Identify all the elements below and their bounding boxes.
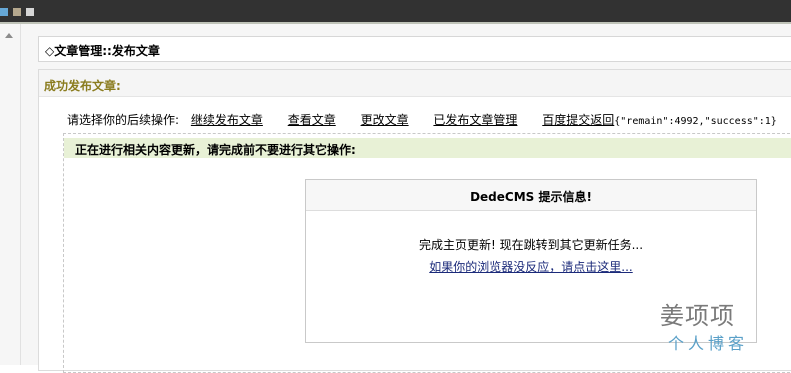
view-article-link[interactable]: 查看文章 <box>288 113 336 127</box>
window-square-icon-tan <box>13 8 21 16</box>
operations-prompt: 请选择你的后续操作: <box>67 113 180 127</box>
redirect-link[interactable]: 如果你的浏览器没反应，请点击这里... <box>306 258 756 275</box>
page-title: ◇文章管理::发布文章 <box>45 44 160 58</box>
edit-article-link[interactable]: 更改文章 <box>361 113 409 127</box>
watermark: 姜项项 个人博客 <box>660 296 760 356</box>
window-square-icon-gray <box>26 8 34 16</box>
message-text: 完成主页更新! 现在跳转到其它更新任务... <box>418 238 644 252</box>
published-articles-link[interactable]: 已发布文章管理 <box>433 113 517 127</box>
scroll-up-arrow-icon[interactable] <box>5 33 13 38</box>
message-box-header: DedeCMS 提示信息! <box>306 180 756 211</box>
baidu-submit-link[interactable]: 百度提交返回 <box>542 113 614 127</box>
notice-bar: 正在进行相关内容更新，请完成前不要进行其它操作: <box>64 138 791 158</box>
follow-up-operations: 请选择你的后续操作: 继续发布文章 查看文章 更改文章 已发布文章管理 百度提交… <box>67 111 777 128</box>
message-box-title: DedeCMS 提示信息! <box>470 190 592 204</box>
notice-text: 正在进行相关内容更新，请完成前不要进行其它操作: <box>75 143 356 157</box>
window-square-icon-blue <box>0 8 8 16</box>
left-scroll-column[interactable] <box>0 24 21 365</box>
continue-publish-link[interactable]: 继续发布文章 <box>191 113 263 127</box>
panel-heading: 成功发布文章: <box>44 79 121 93</box>
watermark-name: 姜项项 <box>660 302 735 330</box>
top-bar <box>0 0 791 22</box>
panel-header: 成功发布文章: <box>39 70 791 97</box>
watermark-subtitle: 个人博客 <box>668 334 749 353</box>
baidu-submit-result: {"remain":4992,"success":1} <box>614 116 777 127</box>
page-title-box: ◇文章管理::发布文章 <box>38 36 791 62</box>
